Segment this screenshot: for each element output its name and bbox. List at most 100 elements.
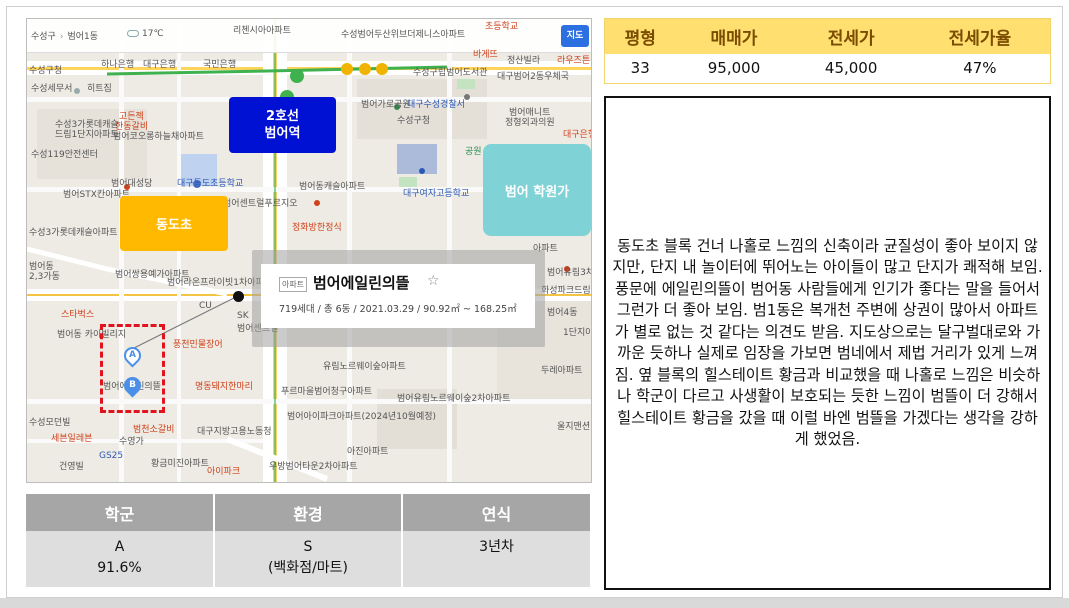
- map-label: 아진아파트: [347, 447, 389, 457]
- map-label: 히트짐: [87, 84, 112, 94]
- apartment-card[interactable]: 아파트 범어에일린의뜰 ☆ 719세대 / 총 6동 / 2021.03.29 …: [261, 264, 535, 328]
- cell-jeonse-ratio: 47%: [909, 53, 1051, 84]
- map-label: 풍천민물장어: [173, 340, 223, 350]
- map-label: 바게뜨: [473, 50, 498, 60]
- pin-b-label: B: [129, 380, 136, 390]
- map-label: 스타벅스: [61, 310, 95, 320]
- map-label: 2,3가동: [29, 272, 60, 282]
- star-icon[interactable]: ☆: [427, 273, 440, 289]
- apartment-type-badge: 아파트: [279, 277, 308, 292]
- map-label: 수성모던빌: [29, 418, 71, 428]
- map-label: 범어대성당: [111, 179, 153, 189]
- weather-temp: 17℃: [142, 29, 164, 39]
- grade-table-header: 학군 환경 연식: [26, 494, 590, 531]
- subway-station-label: 2호선 범어역: [229, 97, 336, 153]
- map-label: 범어센트럴푸르지오: [223, 199, 298, 209]
- environment-note: (백화점/마트): [267, 560, 349, 576]
- header-school-district: 학군: [26, 494, 215, 531]
- map-label: 드림1단지아파트: [55, 130, 119, 140]
- breadcrumb[interactable]: 수성구 › 범어1동: [31, 29, 98, 42]
- map-label: 유림노르웨이숲아파트: [323, 362, 406, 372]
- map-label: 범어동캐슬아파트: [299, 182, 366, 192]
- apartment-name[interactable]: 범어에일린의뜰: [313, 272, 410, 293]
- weather: 17℃: [127, 29, 164, 39]
- header-sale-price: 매매가: [675, 18, 793, 54]
- map-label: 수영가: [119, 437, 144, 447]
- map-label: 국민은행: [203, 60, 237, 70]
- header-size: 평형: [604, 18, 676, 54]
- table-row: 33 95,000 45,000 47%: [604, 53, 1051, 84]
- cell-school-district: A 91.6%: [26, 531, 215, 587]
- map-label: 대구여자고등학교: [403, 189, 470, 199]
- cell-environment: S (백화점/마트): [214, 531, 403, 587]
- school-label: 동도초: [120, 196, 228, 251]
- map-label: 정산빌라: [507, 56, 541, 66]
- apartment-boundary: [100, 324, 165, 413]
- header-jeonse-price: 전세가: [792, 18, 910, 54]
- map-label: 범어가로공원: [361, 100, 411, 110]
- map-label: 라우즈튼: [557, 56, 591, 66]
- map-label: 우방범어타운2차아파트: [269, 462, 358, 472]
- map-label: 범어코오롱하늘채아파트: [113, 132, 205, 142]
- map-label: 수성3가롯데캐슬아파트: [29, 228, 118, 238]
- cloud-icon: [127, 30, 139, 37]
- map-label: 공원: [465, 147, 482, 157]
- price-table: 평형 매매가 전세가 전세가율 33 95,000 45,000 47%: [604, 18, 1051, 84]
- cell-sale-price: 95,000: [675, 53, 793, 84]
- breadcrumb-dong[interactable]: 범어1동: [67, 32, 98, 42]
- pin-a-label: A: [129, 350, 136, 360]
- map-view[interactable]: 수성구 › 범어1동 17℃ 지도 수성세무서 히트짐 고든젝 한동갈비 수성3가롯…: [26, 18, 592, 483]
- map-label: 수성구립범어도서관: [413, 68, 488, 78]
- map-label: 대구동도초등학교: [177, 179, 244, 189]
- environment-grade: S: [303, 539, 313, 555]
- map-label: 수성119안전센터: [31, 150, 98, 160]
- map-label: 수성구청: [29, 66, 63, 76]
- map-label: 1단지아파트: [563, 328, 591, 338]
- map-label: 범어유림3차: [547, 268, 592, 278]
- header-age: 연식: [402, 494, 590, 531]
- map-label: 정화방한정식: [292, 223, 342, 233]
- cell-age: 3년차: [402, 531, 590, 587]
- header-jeonse-ratio: 전세가율: [909, 18, 1051, 54]
- review-box: 동도초 블록 건너 나홀로 느낌의 신축이라 균질성이 좋아 보이지 않지만, …: [604, 96, 1051, 590]
- school-grade: A: [114, 539, 125, 555]
- map-label: 수성범어두산위브더제니스아파트: [341, 30, 466, 40]
- breadcrumb-district[interactable]: 수성구: [31, 32, 56, 42]
- map-label: 건영빌: [59, 462, 84, 472]
- map-label: GS25: [99, 451, 124, 461]
- map-label: 수성구청: [397, 116, 431, 126]
- map-label: CU: [199, 301, 212, 311]
- map-label: 수성세무서: [31, 84, 73, 94]
- map-label: 하나은행: [101, 60, 135, 70]
- price-table-header: 평형 매매가 전세가 전세가율: [604, 18, 1051, 54]
- review-text: 동도초 블록 건너 나홀로 느낌의 신축이라 균질성이 좋아 보이지 않지만, …: [612, 236, 1043, 449]
- map-label: 울지맨션: [557, 422, 591, 432]
- map-label: 대구은행: [143, 60, 177, 70]
- building-age: 3년차: [479, 539, 514, 555]
- map-label: 황금미진아파트: [151, 459, 209, 469]
- academy-district-label: 범어 학원가: [483, 144, 591, 236]
- header-environment: 환경: [214, 494, 403, 531]
- map-label: 명동돼지한마리: [195, 382, 253, 392]
- map-label: 범어4동: [547, 308, 578, 318]
- map-label: 아이파크: [207, 467, 241, 477]
- map-label: 대구은행: [563, 130, 591, 140]
- map-mode-button[interactable]: 지도: [561, 25, 589, 47]
- map-label: 범어아이파크아파트(2024년10월예정): [287, 412, 437, 422]
- apartment-info: 719세대 / 총 6동 / 2021.03.29 / 90.92㎡ ~ 168…: [279, 304, 517, 315]
- window-bottom-bar: [0, 598, 1069, 608]
- chevron-right-icon: ›: [59, 32, 64, 42]
- map-label: 두레아파트: [541, 366, 583, 376]
- location-marker[interactable]: [233, 291, 244, 302]
- map-label: SK: [237, 311, 249, 321]
- map-label: 초등학교: [485, 22, 519, 32]
- map-label: 화성파크드림: [541, 286, 591, 296]
- cell-jeonse-price: 45,000: [792, 53, 910, 84]
- station-line: 2호선: [266, 109, 299, 124]
- cell-size: 33: [604, 53, 676, 84]
- map-label: 대구수성경찰서: [407, 100, 465, 110]
- table-row: A 91.6% S (백화점/마트) 3년차: [26, 531, 590, 587]
- map-label: 범어유림노르웨이숲2차아파트: [397, 394, 511, 404]
- map-label: 대구지방고용노동청: [197, 427, 272, 437]
- apartment-popup[interactable]: 아파트 범어에일린의뜰 ☆ 719세대 / 총 6동 / 2021.03.29 …: [252, 250, 545, 347]
